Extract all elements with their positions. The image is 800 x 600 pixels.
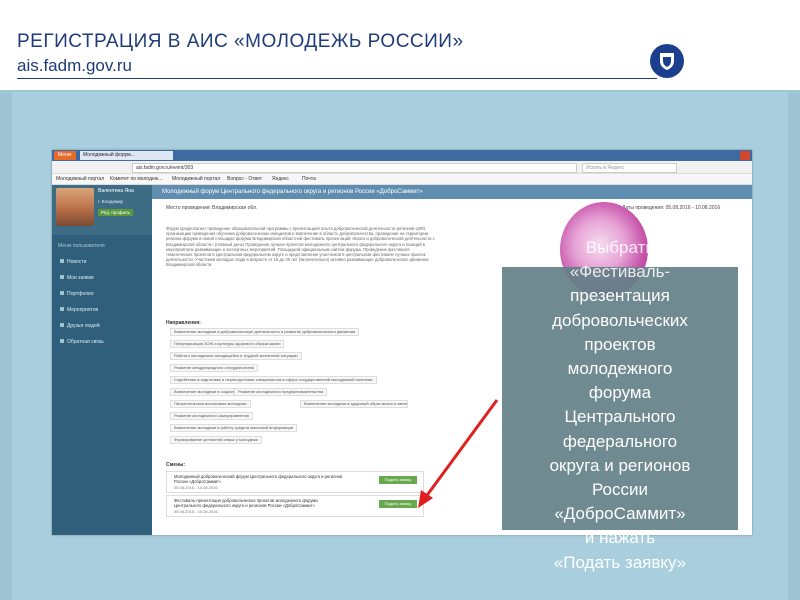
user-profile: Валентина Яна г. Владимир Ред. профиль	[52, 185, 152, 235]
slide-right-border	[788, 90, 800, 600]
direction-tag[interactable]: Формирование ценностей семьи у молодежи	[170, 436, 262, 444]
event-description: Форум предполагает проведение образовате…	[166, 226, 435, 268]
forum-dates: 05.08.2016 - 10.08.2016	[174, 485, 218, 490]
slide-left-border	[0, 90, 12, 600]
sidebar-item-news[interactable]: Новости	[60, 259, 86, 265]
forum-title: Фестиваль-презентация добровольческих пр…	[174, 498, 318, 508]
bookmark-item[interactable]: Яндекс	[272, 176, 289, 182]
bookmark-item[interactable]: Вопрос - Ответ	[227, 176, 262, 182]
browser-tab[interactable]: Молодежный форум...	[80, 151, 173, 160]
sidebar-item-applications[interactable]: Мои заявки	[60, 275, 94, 281]
portfolio-icon	[60, 291, 64, 295]
direction-tag[interactable]: Вовлечение молодежи в добровольческую де…	[170, 328, 360, 336]
sidebar-item-friends[interactable]: Друзья людей	[60, 323, 100, 329]
directions-heading: Направления:	[166, 320, 201, 326]
slide-url: ais.fadm.gov.ru	[17, 56, 132, 75]
direction-tag[interactable]: Развитие международного сотрудничества	[170, 364, 258, 372]
slide-title: РЕГИСТРАЦИЯ В АИС «МОЛОДЕЖЬ РОССИИ»	[17, 31, 464, 52]
direction-tag[interactable]: Вовлечение молодежи в социальную практик…	[170, 388, 238, 396]
forum-dates: 05.08.2016 - 10.08.2016	[174, 509, 218, 514]
bookmark-item[interactable]: Молодежный портал	[56, 176, 104, 182]
browser-tabbar: Меню Молодежный форум...	[52, 150, 752, 161]
event-banner: Молодежный форум Центрального федерально…	[152, 185, 752, 199]
event-place: Место проведения: Владимирская обл.	[166, 205, 258, 211]
apply-button[interactable]: Подать заявку	[379, 500, 417, 508]
title-underline	[17, 78, 657, 79]
direction-tag[interactable]: Популяризация ЗОЖ и культуры здорового о…	[170, 340, 285, 348]
window-close-icon[interactable]	[740, 151, 750, 160]
browser-navbar: ais.fadm.gov.ru/event/303 Искать в Яндек…	[52, 161, 752, 174]
sidebar-section-label: Меню пользователя	[58, 243, 105, 249]
address-bar[interactable]: ais.fadm.gov.ru/event/303	[132, 163, 577, 173]
direction-tag[interactable]: Развитие молодежного самоуправления	[170, 412, 254, 420]
applications-icon	[60, 275, 64, 279]
avatar	[56, 188, 94, 226]
forum-card: Молодежный добровольческий форум Централ…	[166, 471, 424, 493]
sidebar: Валентина Яна г. Владимир Ред. профиль М…	[52, 185, 152, 535]
direction-tag[interactable]: Вовлечение молодежи в здоровый образ жиз…	[300, 400, 408, 408]
news-icon	[60, 259, 64, 263]
forums-heading: Смены:	[166, 462, 186, 468]
forum-card: Фестиваль-презентация добровольческих пр…	[166, 495, 424, 517]
user-city: г. Владимир	[98, 199, 123, 204]
sidebar-item-portfolio[interactable]: Портфолио	[60, 291, 94, 297]
user-name: Валентина Яна	[98, 188, 134, 194]
slide-header: РЕГИСТРАЦИЯ В АИС «МОЛОДЕЖЬ РОССИИ» ais.…	[0, 0, 800, 92]
forum-title: Молодежный добровольческий форум Централ…	[174, 474, 343, 484]
friends-icon	[60, 323, 64, 327]
feedback-icon	[60, 339, 64, 343]
bookmarks-bar: Молодежный портал Комитет по молодеж... …	[52, 174, 752, 185]
bookmark-item[interactable]: Комитет по молодеж...	[110, 176, 162, 182]
bookmark-item[interactable]: Молодежный портал	[172, 176, 220, 182]
browser-search-input[interactable]: Искать в Яндекс	[582, 163, 677, 173]
browser-menu-tab[interactable]: Меню	[54, 151, 76, 160]
edit-profile-button[interactable]: Ред. профиль	[98, 209, 133, 216]
direction-tag[interactable]: Вовлечение молодежи в работу средств мас…	[170, 424, 298, 432]
event-dates: Даты проведения: 05.08.2016 - 10.08.2016	[622, 205, 721, 211]
events-icon	[60, 307, 64, 311]
direction-tag[interactable]: Развитие молодежного предпринимательства	[234, 388, 328, 396]
direction-tag[interactable]: Патриотическое воспитание молодежи	[170, 400, 251, 408]
apply-button[interactable]: Подать заявку	[379, 476, 417, 484]
direction-tag[interactable]: Содействие в подготовке и переподготовке…	[170, 376, 377, 384]
shield-icon	[650, 44, 684, 78]
direction-tag[interactable]: Работа с молодежью находящейся в трудной…	[170, 352, 302, 360]
sidebar-item-feedback[interactable]: Обратная связь	[60, 339, 104, 345]
bookmark-item[interactable]: Почта	[302, 176, 316, 182]
callout-text: Выбрать «Фестиваль- презентация добровол…	[549, 238, 691, 572]
sidebar-item-events[interactable]: Мероприятия	[60, 307, 98, 313]
